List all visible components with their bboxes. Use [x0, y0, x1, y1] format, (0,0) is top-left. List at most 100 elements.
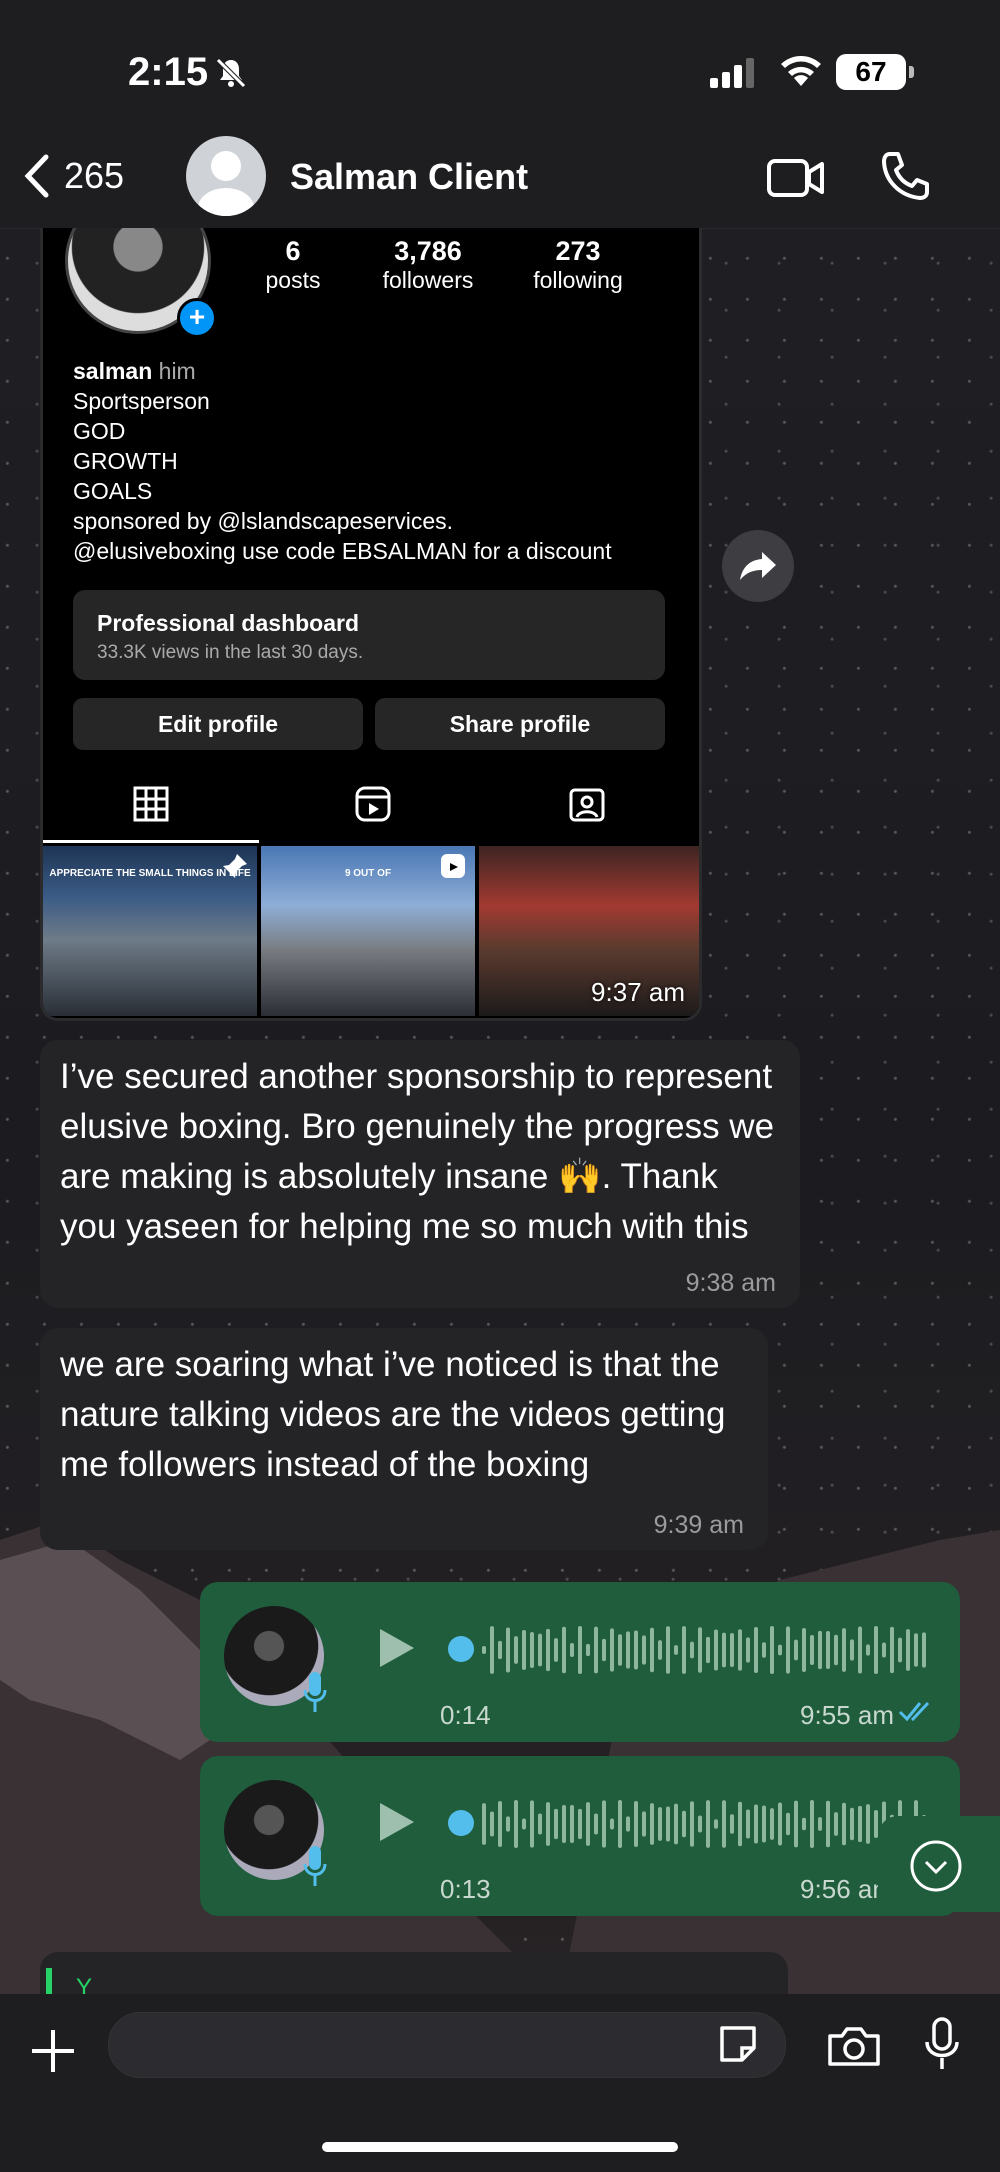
ig-active-tab-indicator	[43, 840, 259, 843]
waveform-bar	[626, 1631, 630, 1669]
waveform-bar	[826, 1800, 830, 1848]
waveform-bar	[802, 1817, 806, 1831]
waveform-bar	[522, 1818, 526, 1830]
message-input[interactable]	[108, 2012, 786, 2078]
waveform-bar	[874, 1626, 878, 1674]
waveform-bar	[842, 1628, 846, 1672]
double-check-icon	[898, 1701, 930, 1722]
back-button[interactable]: 265	[24, 154, 124, 198]
waveform-bar	[602, 1638, 606, 1662]
waveform-bar	[594, 1626, 598, 1674]
waveform-bar	[666, 1806, 670, 1842]
mic-icon	[303, 1672, 327, 1712]
ig-pronoun: him	[158, 358, 196, 384]
waveform-bar	[530, 1800, 534, 1848]
waveform[interactable]	[482, 1794, 932, 1854]
scroll-to-bottom-button[interactable]	[878, 1816, 1000, 1912]
waveform-bar	[834, 1634, 838, 1666]
ig-share-profile-button: Share profile	[375, 698, 665, 750]
wifi-icon	[781, 56, 821, 86]
waveform-bar	[786, 1812, 790, 1836]
waveform-bar	[858, 1805, 862, 1843]
ig-professional-dashboard: Professional dashboard 33.3K views in th…	[73, 590, 665, 680]
waveform-bar	[834, 1812, 838, 1836]
waveform-bar	[714, 1819, 718, 1829]
incoming-message[interactable]: we are soaring what i’ve noticed is that…	[40, 1328, 768, 1550]
waveform-bar	[626, 1816, 630, 1832]
waveform-bar	[498, 1640, 502, 1660]
waveform-bar	[850, 1639, 854, 1661]
forward-button[interactable]	[722, 530, 794, 602]
waveform-bar	[658, 1640, 662, 1660]
waveform-bar	[650, 1803, 654, 1845]
waveform-bar	[482, 1646, 486, 1654]
grid-icon	[133, 786, 169, 822]
chevron-down-circle-icon	[910, 1840, 962, 1892]
waveform-bar	[514, 1800, 518, 1848]
waveform-bar	[826, 1631, 830, 1669]
waveform-bar	[722, 1800, 726, 1848]
waveform-bar	[706, 1636, 710, 1664]
waveform-bar	[906, 1629, 910, 1671]
playback-scrubber[interactable]	[448, 1810, 474, 1836]
waveform-bar	[698, 1627, 702, 1673]
waveform-bar	[778, 1644, 782, 1656]
waveform-bar	[642, 1811, 646, 1837]
incoming-message[interactable]: I’ve secured another sponsorship to repr…	[40, 1040, 800, 1308]
plus-icon[interactable]	[28, 2026, 78, 2076]
ig-edit-profile-button: Edit profile	[73, 698, 363, 750]
person-icon	[198, 151, 254, 216]
waveform-bar	[738, 1801, 742, 1847]
voice-duration: 0:13	[440, 1874, 491, 1904]
battery-indicator: 67	[836, 54, 914, 90]
waveform-bar	[818, 1630, 822, 1670]
waveform-bar	[514, 1636, 518, 1664]
reel-badge-icon	[441, 854, 465, 878]
waveform-bar	[666, 1626, 670, 1674]
waveform-bar	[562, 1626, 566, 1674]
waveform-bar	[522, 1630, 526, 1670]
waveform-bar	[858, 1626, 862, 1674]
waveform-bar	[802, 1628, 806, 1672]
ig-bio-line: sponsored by @lslandscapeservices.	[73, 508, 454, 534]
waveform-bar	[610, 1628, 614, 1672]
waveform-bar	[490, 1811, 494, 1837]
play-icon[interactable]	[376, 1800, 416, 1844]
waveform-bar	[490, 1626, 494, 1674]
waveform-bar	[762, 1805, 766, 1843]
waveform-bar	[738, 1629, 742, 1671]
waveform-bar	[554, 1638, 558, 1662]
forward-icon	[740, 552, 776, 580]
voice-message[interactable]: 0:13 9:56 am	[200, 1756, 960, 1916]
waveform-bar	[586, 1643, 590, 1657]
waveform-bar	[642, 1635, 646, 1665]
waveform-bar	[618, 1800, 622, 1848]
play-icon[interactable]	[376, 1626, 416, 1670]
waveform-bar	[554, 1808, 558, 1840]
microphone-icon[interactable]	[922, 2016, 962, 2072]
waveform-bar	[682, 1626, 686, 1674]
voice-message[interactable]: 0:14 9:55 am	[200, 1582, 960, 1742]
waveform-bar	[882, 1642, 886, 1658]
mountain-wallpaper	[0, 1520, 1000, 2000]
playback-scrubber[interactable]	[448, 1636, 474, 1662]
waveform-bar	[546, 1628, 550, 1672]
ig-bio-line: GOD	[73, 418, 126, 444]
contact-name[interactable]: Salman Client	[290, 156, 528, 198]
ig-stat-followers: 3,786 followers	[382, 236, 474, 293]
message-timestamp: 9:39 am	[653, 1511, 744, 1539]
waveform-bar	[690, 1801, 694, 1847]
phone-call-icon[interactable]	[880, 150, 930, 202]
camera-icon[interactable]	[826, 2024, 882, 2068]
ig-bio-line: @elusiveboxing use code EBSALMAN for a d…	[73, 538, 612, 564]
contact-avatar[interactable]	[186, 136, 266, 216]
instagram-screenshot-message[interactable]: + 6 posts 3,786 followers 273 following sal…	[40, 228, 702, 1021]
waveform-bar	[762, 1642, 766, 1658]
composer-bar	[0, 1994, 1000, 2172]
waveform-bar	[818, 1817, 822, 1831]
waveform-bar	[786, 1626, 790, 1674]
waveform-bar	[754, 1627, 758, 1673]
waveform[interactable]	[482, 1620, 932, 1680]
video-call-icon[interactable]	[766, 156, 826, 200]
sticker-icon[interactable]	[716, 2022, 760, 2066]
